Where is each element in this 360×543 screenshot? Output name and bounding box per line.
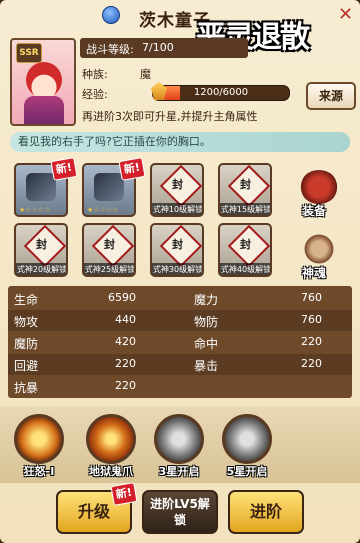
exp-label: 经验: — [82, 88, 108, 101]
promote-hint: 再进阶3次即可升星,并提升主角属性 — [82, 110, 258, 123]
unlock-caption: 式神30级解锁 — [152, 263, 202, 275]
stat-value: 760 — [301, 313, 322, 326]
locked-slot[interactable]: 封式神20级解锁 — [14, 223, 68, 277]
exp-text: 1200/6000 — [193, 87, 249, 98]
soul-icon[interactable] — [300, 232, 338, 266]
equipment-item-icon — [94, 173, 124, 201]
character-body — [24, 96, 64, 124]
character-portrait[interactable]: SSR ★★☆☆☆ — [10, 38, 76, 126]
seal-text: 封 — [36, 238, 47, 251]
blue-gem-icon — [102, 6, 120, 24]
level-label: 战斗等级: — [86, 43, 134, 56]
equipment-item-icon — [26, 173, 56, 201]
unlock-text-line1: 进阶LV5解 — [150, 497, 210, 511]
stat-label: 生命 — [14, 293, 39, 307]
equip-label[interactable]: 装备 — [302, 202, 326, 219]
stat-label: 物防 — [194, 315, 219, 329]
stat-value: 220 — [115, 357, 136, 370]
stat-value: 760 — [301, 291, 322, 304]
new-badge: 新! — [110, 482, 138, 506]
seal-text: 封 — [172, 178, 183, 191]
seal-text: 封 — [104, 238, 115, 251]
character-quote: 看见我的右手了吗?它正插在你的胸口。 — [10, 132, 350, 152]
skill-locked-icon[interactable] — [154, 414, 204, 464]
locked-slot[interactable]: 封式神25级解锁 — [82, 223, 136, 277]
stats-table: 生命 6590 魔力 760 物攻 440 物防 760 魔防 420 命中 220 回避 220 暴击 22… — [8, 286, 352, 398]
level-value: 7/100 — [142, 41, 174, 54]
source-button[interactable]: 来源 — [306, 82, 356, 110]
stat-label: 暴击 — [194, 359, 219, 373]
skill-label: 地狱鬼爪 — [89, 465, 133, 478]
stat-row: 物攻 440 物防 760 — [8, 310, 352, 331]
locked-slot[interactable]: 封式神15级解锁 — [218, 163, 272, 217]
stat-value: 220 — [301, 335, 322, 348]
stat-row: 魔防 420 命中 220 — [8, 332, 352, 353]
locked-slot[interactable]: 封式神30级解锁 — [150, 223, 204, 277]
stat-label: 抗暴 — [14, 381, 39, 395]
skill-label: 狂怒-I — [23, 465, 55, 478]
locked-slot[interactable]: 封式神10级解锁 — [150, 163, 204, 217]
level-box: 战斗等级: 7/100 — [80, 38, 248, 58]
stat-label: 回避 — [14, 359, 39, 373]
seal-text: 封 — [240, 178, 251, 191]
unlock-caption: 式神20级解锁 — [16, 263, 66, 275]
stat-label: 命中 — [194, 337, 219, 351]
skill-label: 5星开启 — [226, 465, 268, 478]
new-badge: 新! — [50, 157, 78, 181]
close-icon[interactable]: ✕ — [338, 4, 353, 25]
new-badge: 新! — [118, 157, 146, 181]
skill-locked-icon[interactable] — [222, 414, 272, 464]
stat-value: 440 — [115, 313, 136, 326]
seal-text: 封 — [172, 238, 183, 251]
skill-claw-icon[interactable] — [86, 414, 136, 464]
stat-value: 220 — [301, 357, 322, 370]
stat-row: 回避 220 暴击 220 — [8, 354, 352, 375]
character-head — [26, 62, 62, 98]
soul-label[interactable]: 神魂 — [302, 264, 326, 281]
locked-slot[interactable]: 封式神40级解锁 — [218, 223, 272, 277]
advance-button[interactable]: 进阶 — [228, 490, 304, 534]
unlock-caption: 式神10级解锁 — [152, 203, 202, 215]
seal-text: 封 — [240, 238, 251, 251]
armor-icon[interactable] — [300, 170, 338, 204]
rank-badge: SSR — [16, 43, 42, 63]
stat-label: 物攻 — [14, 315, 39, 329]
star-rating-icon: ★☆☆☆☆ — [19, 206, 51, 214]
star-rating-icon: ★☆☆☆☆ — [87, 206, 119, 214]
unlock-caption: 式神15级解锁 — [220, 203, 270, 215]
stat-label: 魔防 — [14, 337, 39, 351]
unlock-caption: 式神25级解锁 — [84, 263, 134, 275]
stat-value: 420 — [115, 335, 136, 348]
stat-label: 魔力 — [194, 293, 219, 307]
skill-label: 3星开启 — [158, 465, 200, 478]
exp-bar: 1200/6000 — [152, 85, 290, 101]
stat-value: 6590 — [108, 291, 136, 304]
race-label: 种族: — [82, 68, 108, 81]
stat-row: 抗暴 220 — [8, 376, 352, 397]
race-value: 魔 — [140, 68, 151, 81]
stat-value: 220 — [115, 379, 136, 392]
stat-row: 生命 6590 魔力 760 — [8, 288, 352, 309]
unlock-text-line2: 锁 — [173, 513, 186, 527]
skill-rage-icon[interactable] — [14, 414, 64, 464]
advance-locked-button[interactable]: 进阶LV5解 锁 — [142, 490, 218, 534]
character-panel: 茨木童子 恶灵退散 ✕ SSR ★★☆☆☆ 战斗等级: 7/100 种族: 魔 … — [0, 0, 360, 543]
unlock-caption: 式神40级解锁 — [220, 263, 270, 275]
